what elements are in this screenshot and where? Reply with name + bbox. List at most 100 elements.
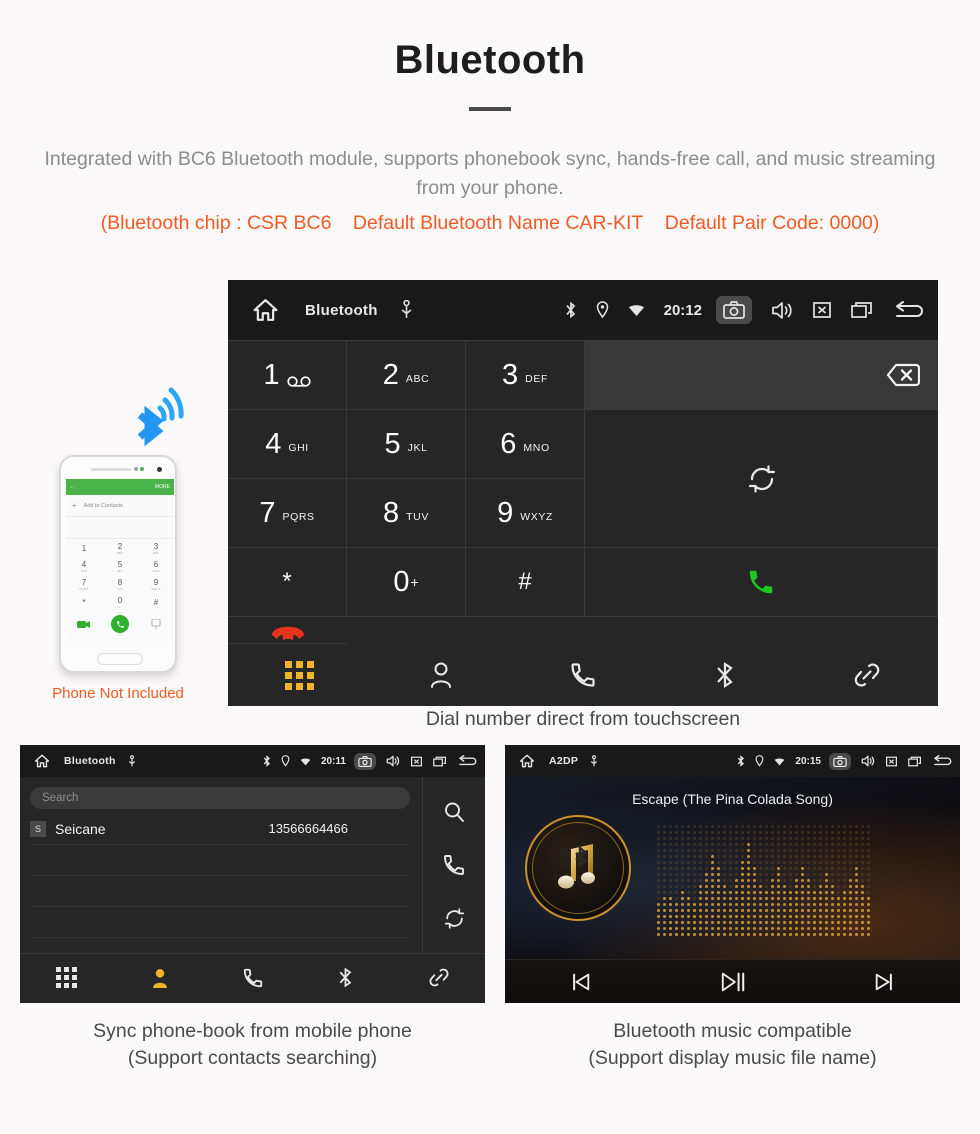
- sync-contacts-button[interactable]: [585, 410, 938, 548]
- contact-row[interactable]: S Seicane 13566664466: [30, 813, 410, 845]
- key-4[interactable]: 4 GHI: [228, 410, 347, 479]
- backspace-icon[interactable]: [874, 361, 920, 389]
- phone-key-digit: 0: [117, 595, 123, 605]
- back-icon[interactable]: [458, 755, 477, 767]
- key-8[interactable]: 8 TUV: [347, 479, 466, 548]
- page-title: Bluetooth: [394, 38, 586, 82]
- close-icon[interactable]: [812, 301, 832, 319]
- tab-bluetooth[interactable]: [654, 660, 796, 690]
- call-icon: [746, 567, 776, 597]
- search-icon[interactable]: [442, 800, 466, 824]
- usb-icon: [400, 300, 413, 320]
- key-8-letters: TUV: [406, 511, 429, 523]
- close-icon[interactable]: [885, 756, 898, 767]
- bluetooth-icon: [715, 660, 735, 690]
- phone-key-letters: WXYZ: [151, 586, 161, 591]
- back-icon[interactable]: [894, 300, 924, 320]
- phone-videocall-icon: [66, 620, 102, 629]
- tab-keypad[interactable]: [228, 660, 370, 690]
- key-4-letters: GHI: [288, 442, 309, 454]
- call-button[interactable]: [585, 548, 938, 617]
- music-screen: A2DP 20:15 Escape (The Pina Colada Song): [505, 745, 960, 1003]
- track-title: Escape (The Pina Colada Song): [632, 791, 833, 807]
- contact-row-empty: [30, 845, 410, 876]
- tab-pair[interactable]: [796, 660, 938, 690]
- music-caption-line1: Bluetooth music compatible: [613, 1020, 852, 1042]
- back-icon[interactable]: [933, 755, 952, 767]
- dialer-title: Bluetooth: [305, 301, 378, 319]
- phonebook-caption: Sync phone-book from mobile phone (Suppo…: [20, 1018, 485, 1072]
- sync-icon[interactable]: [442, 906, 467, 931]
- phonebook-title: Bluetooth: [64, 755, 116, 767]
- close-icon[interactable]: [410, 756, 423, 767]
- tab-call-log[interactable]: [512, 661, 654, 689]
- volume-icon[interactable]: [386, 755, 400, 767]
- key-3[interactable]: 3 DEF: [466, 341, 585, 410]
- phone-key: #: [138, 593, 174, 611]
- phone-key-digit: #: [153, 597, 159, 607]
- dialer-status-bar: Bluetooth 20:12: [228, 280, 938, 340]
- previous-button[interactable]: [505, 971, 657, 993]
- key-1[interactable]: 1: [228, 341, 347, 410]
- key-0[interactable]: 0 +: [347, 548, 466, 617]
- wifi-icon: [774, 757, 785, 766]
- phone-illustration: ← MORE + Add to Contacts 1 2 ABC 3 DEF 4 GHI 5 J…: [28, 385, 208, 702]
- phone-keypad-toggle-icon: [138, 618, 174, 630]
- key-5[interactable]: 5 JKL: [347, 410, 466, 479]
- next-button[interactable]: [808, 971, 960, 993]
- phone-key-letters: MNO: [152, 568, 160, 573]
- home-icon[interactable]: [519, 754, 535, 768]
- keypad-icon: [284, 660, 314, 690]
- music-title: A2DP: [549, 755, 579, 767]
- tab-keypad[interactable]: [20, 967, 113, 988]
- phonebook-clock: 20:11: [320, 755, 346, 767]
- end-call-button[interactable]: [228, 617, 347, 644]
- recents-icon[interactable]: [433, 756, 448, 767]
- tab-call-log[interactable]: [206, 967, 299, 989]
- search-input[interactable]: Search: [30, 787, 410, 809]
- music-note-bluetooth-icon: [547, 837, 609, 899]
- key-6-digit: 6: [500, 427, 517, 460]
- phonebook-caption-line2: (Support contacts searching): [127, 1047, 378, 1069]
- intro-text: Integrated with BC6 Bluetooth module, su…: [44, 148, 936, 199]
- key-9-letters: WXYZ: [520, 511, 553, 523]
- recents-icon[interactable]: [908, 756, 923, 767]
- phone-key-letters: JKL: [117, 568, 123, 573]
- tab-bluetooth[interactable]: [299, 966, 392, 989]
- dialer-clock: 20:12: [663, 301, 702, 319]
- play-pause-button[interactable]: [657, 970, 809, 994]
- volume-icon[interactable]: [771, 301, 793, 320]
- key-star[interactable]: *: [228, 548, 347, 617]
- recents-icon[interactable]: [851, 301, 875, 319]
- key-9[interactable]: 9 WXYZ: [466, 479, 585, 548]
- bluetooth-icon: [565, 301, 577, 319]
- wifi-icon: [628, 303, 645, 317]
- spec-line: (Bluetooth chip : CSR BC6 Default Blueto…: [0, 212, 980, 235]
- key-0-plus: +: [410, 574, 419, 590]
- dialer-screen: Bluetooth 20:12 1 2 ABC 3 DEF 4 GHI 5 JK…: [228, 280, 938, 706]
- camera-icon[interactable]: [716, 296, 752, 324]
- camera-icon[interactable]: [354, 752, 376, 770]
- phone-key-letters: TUV: [116, 586, 124, 591]
- home-icon[interactable]: [34, 754, 50, 768]
- key-3-digit: 3: [502, 358, 519, 391]
- key-7[interactable]: 7 PQRS: [228, 479, 347, 548]
- phone-app-bar: ← MORE: [66, 479, 174, 495]
- number-display-field[interactable]: [585, 341, 938, 410]
- phone-key-digit: 1: [81, 543, 87, 553]
- handset-icon: [242, 967, 264, 989]
- key-6[interactable]: 6 MNO: [466, 410, 585, 479]
- key-2[interactable]: 2 ABC: [347, 341, 466, 410]
- home-icon[interactable]: [252, 298, 279, 322]
- call-icon[interactable]: [442, 853, 466, 877]
- volume-icon[interactable]: [861, 755, 875, 767]
- plus-icon: +: [72, 501, 77, 510]
- dialer-keypad: 1 2 ABC 3 DEF 4 GHI 5 JKL 6 MNO 7 PQRS 8…: [228, 340, 938, 644]
- key-hash[interactable]: #: [466, 548, 585, 617]
- music-caption-line2: (Support display music file name): [588, 1047, 877, 1069]
- music-caption: Bluetooth music compatible (Support disp…: [505, 1018, 960, 1072]
- tab-contacts[interactable]: [113, 967, 206, 989]
- tab-pair[interactable]: [392, 966, 485, 989]
- tab-contacts[interactable]: [370, 661, 512, 689]
- camera-icon[interactable]: [829, 752, 851, 770]
